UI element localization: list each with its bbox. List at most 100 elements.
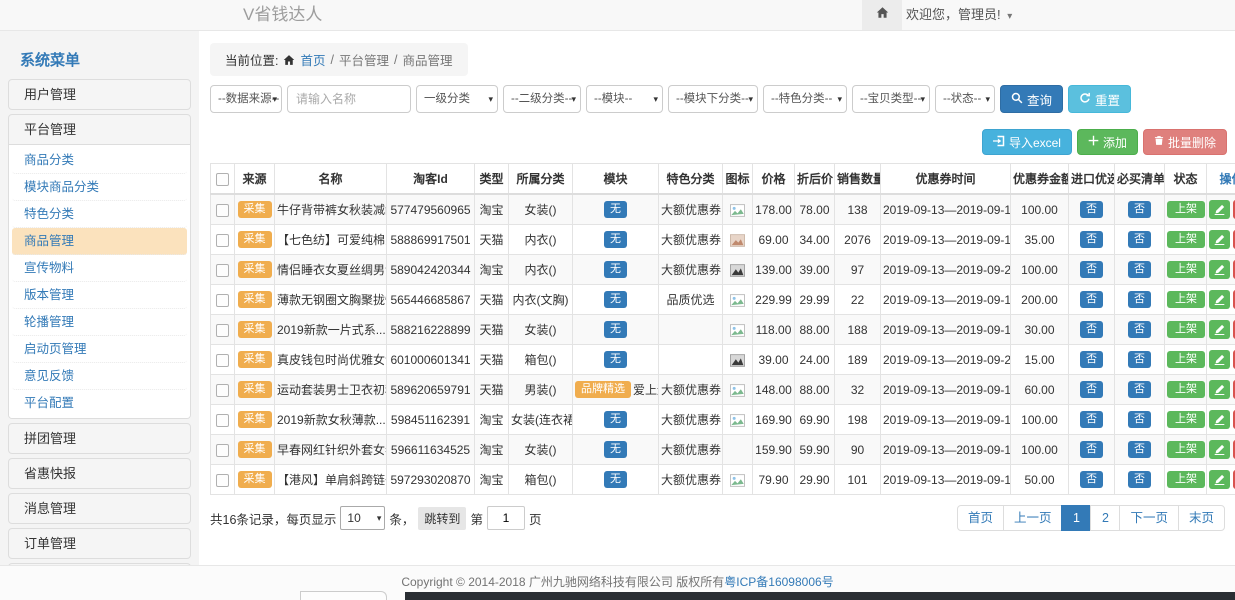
per-page-select[interactable]: 10 ▾: [340, 506, 385, 530]
page-button-2[interactable]: 2: [1090, 505, 1120, 531]
sidebar-subitem-商品管理[interactable]: 商品管理: [12, 228, 187, 255]
edit-button[interactable]: [1209, 470, 1230, 489]
edit-button[interactable]: [1209, 440, 1230, 459]
page-button-上一页[interactable]: 上一页: [1003, 505, 1063, 531]
status-badge[interactable]: 上架: [1167, 261, 1205, 278]
edit-button[interactable]: [1209, 350, 1230, 369]
import-select-badge[interactable]: 否: [1080, 351, 1103, 368]
search-name-input[interactable]: [287, 85, 411, 113]
sidebar-item-平台管理[interactable]: 平台管理: [9, 115, 190, 144]
import-excel-button[interactable]: 导入excel: [982, 129, 1072, 155]
sidebar-item-用户管理[interactable]: 用户管理: [9, 80, 190, 109]
row-checkbox[interactable]: [216, 354, 229, 367]
sidebar-subitem-轮播管理[interactable]: 轮播管理: [12, 309, 187, 336]
page-button-首页[interactable]: 首页: [957, 505, 1004, 531]
must-buy-badge[interactable]: 否: [1128, 381, 1151, 398]
edit-button[interactable]: [1209, 260, 1230, 279]
jump-to-button[interactable]: 跳转到: [418, 507, 466, 530]
sidebar-subitem-意见反馈[interactable]: 意见反馈: [12, 363, 187, 390]
edit-button[interactable]: [1209, 410, 1230, 429]
import-select-badge[interactable]: 否: [1080, 471, 1103, 488]
sidebar-subitem-商品分类[interactable]: 商品分类: [12, 147, 187, 174]
row-checkbox[interactable]: [216, 234, 229, 247]
page-button-末页[interactable]: 末页: [1178, 505, 1225, 531]
edit-button[interactable]: [1209, 380, 1230, 399]
row-checkbox[interactable]: [216, 204, 229, 217]
status-badge[interactable]: 上架: [1167, 411, 1205, 428]
status-badge[interactable]: 上架: [1167, 291, 1205, 308]
filter-select-level2-category[interactable]: --二级分类--▾: [503, 85, 581, 113]
status-badge[interactable]: 上架: [1167, 471, 1205, 488]
status-badge[interactable]: 上架: [1167, 441, 1205, 458]
must-buy-badge[interactable]: 否: [1128, 291, 1151, 308]
import-select-badge[interactable]: 否: [1080, 231, 1103, 248]
reset-button[interactable]: 重置: [1068, 85, 1131, 113]
sidebar-section-5: 订单管理: [8, 528, 191, 559]
edit-button[interactable]: [1209, 200, 1230, 219]
module-value: 无: [604, 441, 627, 458]
must-buy-badge[interactable]: 否: [1128, 471, 1151, 488]
query-button[interactable]: 查询: [1000, 85, 1063, 113]
add-button[interactable]: 添加: [1077, 129, 1138, 155]
must-buy-badge[interactable]: 否: [1128, 201, 1151, 218]
page-button-1[interactable]: 1: [1061, 505, 1091, 531]
row-checkbox[interactable]: [216, 474, 229, 487]
goods-table: 来源名称淘客Id类型所属分类模块特色分类图标价格折后价销售数量优惠券时间优惠券金…: [210, 163, 1235, 495]
sidebar-item-消息管理[interactable]: 消息管理: [9, 494, 190, 523]
status-badge[interactable]: 上架: [1167, 231, 1205, 248]
sidebar-subitem-启动页管理[interactable]: 启动页管理: [12, 336, 187, 363]
filter-select-feature-category[interactable]: --特色分类--▾: [763, 85, 847, 113]
import-select-badge[interactable]: 否: [1080, 321, 1103, 338]
import-select-badge[interactable]: 否: [1080, 441, 1103, 458]
import-select-badge[interactable]: 否: [1080, 291, 1103, 308]
import-select-badge[interactable]: 否: [1080, 411, 1103, 428]
must-buy-badge[interactable]: 否: [1128, 321, 1151, 338]
sidebar-subitem-模块商品分类[interactable]: 模块商品分类: [12, 174, 187, 201]
status-badge[interactable]: 上架: [1167, 321, 1205, 338]
sidebar-item-拼团管理[interactable]: 拼团管理: [9, 424, 190, 453]
sidebar-subitem-宣传物料[interactable]: 宣传物料: [12, 255, 187, 282]
must-buy-badge[interactable]: 否: [1128, 231, 1151, 248]
row-checkbox[interactable]: [216, 264, 229, 277]
sidebar-item-订单管理[interactable]: 订单管理: [9, 529, 190, 558]
status-badge[interactable]: 上架: [1167, 351, 1205, 368]
row-checkbox[interactable]: [216, 294, 229, 307]
filter-select-status[interactable]: --状态--▾: [935, 85, 995, 113]
sidebar-subitem-平台配置[interactable]: 平台配置: [12, 390, 187, 416]
cell-taoke-id: 598451162391: [387, 405, 475, 435]
edit-button[interactable]: [1209, 290, 1230, 309]
must-buy-badge[interactable]: 否: [1128, 351, 1151, 368]
row-checkbox[interactable]: [216, 444, 229, 457]
jump-page-input[interactable]: [487, 506, 525, 530]
filter-select-module[interactable]: --模块--▾: [586, 85, 663, 113]
edit-button[interactable]: [1209, 320, 1230, 339]
row-checkbox[interactable]: [216, 414, 229, 427]
page-button-下一页[interactable]: 下一页: [1119, 505, 1179, 531]
sidebar-subitem-特色分类[interactable]: 特色分类: [12, 201, 187, 228]
import-select-badge[interactable]: 否: [1080, 201, 1103, 218]
home-button[interactable]: [862, 0, 902, 30]
icp-link[interactable]: 粤ICP备16098006号: [724, 575, 833, 589]
import-select-badge[interactable]: 否: [1080, 381, 1103, 398]
edit-button[interactable]: [1209, 230, 1230, 249]
breadcrumb-home-link[interactable]: 首页: [300, 50, 325, 69]
status-badge[interactable]: 上架: [1167, 381, 1205, 398]
sidebar-item-省惠快报[interactable]: 省惠快报: [9, 459, 190, 488]
cell-name: 2019新款女秋薄款...: [275, 405, 387, 435]
filter-select-data-source[interactable]: --数据来源--▾: [210, 85, 282, 113]
must-buy-badge[interactable]: 否: [1128, 261, 1151, 278]
filter-select-module-subcategory[interactable]: --模块下分类--▾: [668, 85, 758, 113]
row-checkbox[interactable]: [216, 324, 229, 337]
import-select-badge[interactable]: 否: [1080, 261, 1103, 278]
must-buy-badge[interactable]: 否: [1128, 411, 1151, 428]
sidebar-subitem-版本管理[interactable]: 版本管理: [12, 282, 187, 309]
status-badge[interactable]: 上架: [1167, 201, 1205, 218]
user-menu[interactable]: 欢迎您，管理员! ▾: [906, 0, 1012, 32]
batch-delete-button[interactable]: 批量删除: [1143, 129, 1227, 155]
must-buy-badge[interactable]: 否: [1128, 441, 1151, 458]
filter-select-level1-category[interactable]: 一级分类▾: [416, 85, 498, 113]
cell-module: 无: [573, 315, 659, 345]
select-all-checkbox[interactable]: [216, 173, 229, 186]
filter-select-item-type[interactable]: --宝贝类型--▾: [852, 85, 930, 113]
row-checkbox[interactable]: [216, 384, 229, 397]
